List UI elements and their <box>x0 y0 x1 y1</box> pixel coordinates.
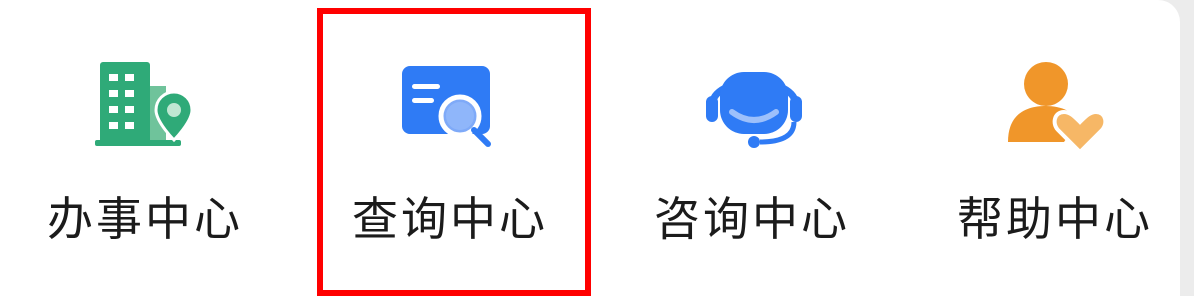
menu-item-label: 帮助中心 <box>957 192 1153 246</box>
menu-item-label: 咨询中心 <box>654 192 850 246</box>
menu-item-service-center[interactable]: 办事中心 <box>0 0 300 296</box>
menu-item-help-center[interactable]: 帮助中心 <box>900 0 1194 296</box>
customer-service-headset-icon <box>704 56 808 152</box>
menu-item-label: 办事中心 <box>47 192 243 246</box>
menu-item-consult-center[interactable]: 咨询中心 <box>600 0 900 296</box>
menu-item-label: 查询中心 <box>352 192 548 246</box>
menu-item-query-center[interactable]: 查询中心 <box>300 0 600 296</box>
quick-menu-grid: 办事中心 查询中心 咨询中心 帮助中心 <box>0 0 1194 296</box>
search-card-icon <box>398 56 502 152</box>
user-heart-help-icon <box>1004 56 1108 155</box>
office-building-location-icon <box>94 56 198 152</box>
